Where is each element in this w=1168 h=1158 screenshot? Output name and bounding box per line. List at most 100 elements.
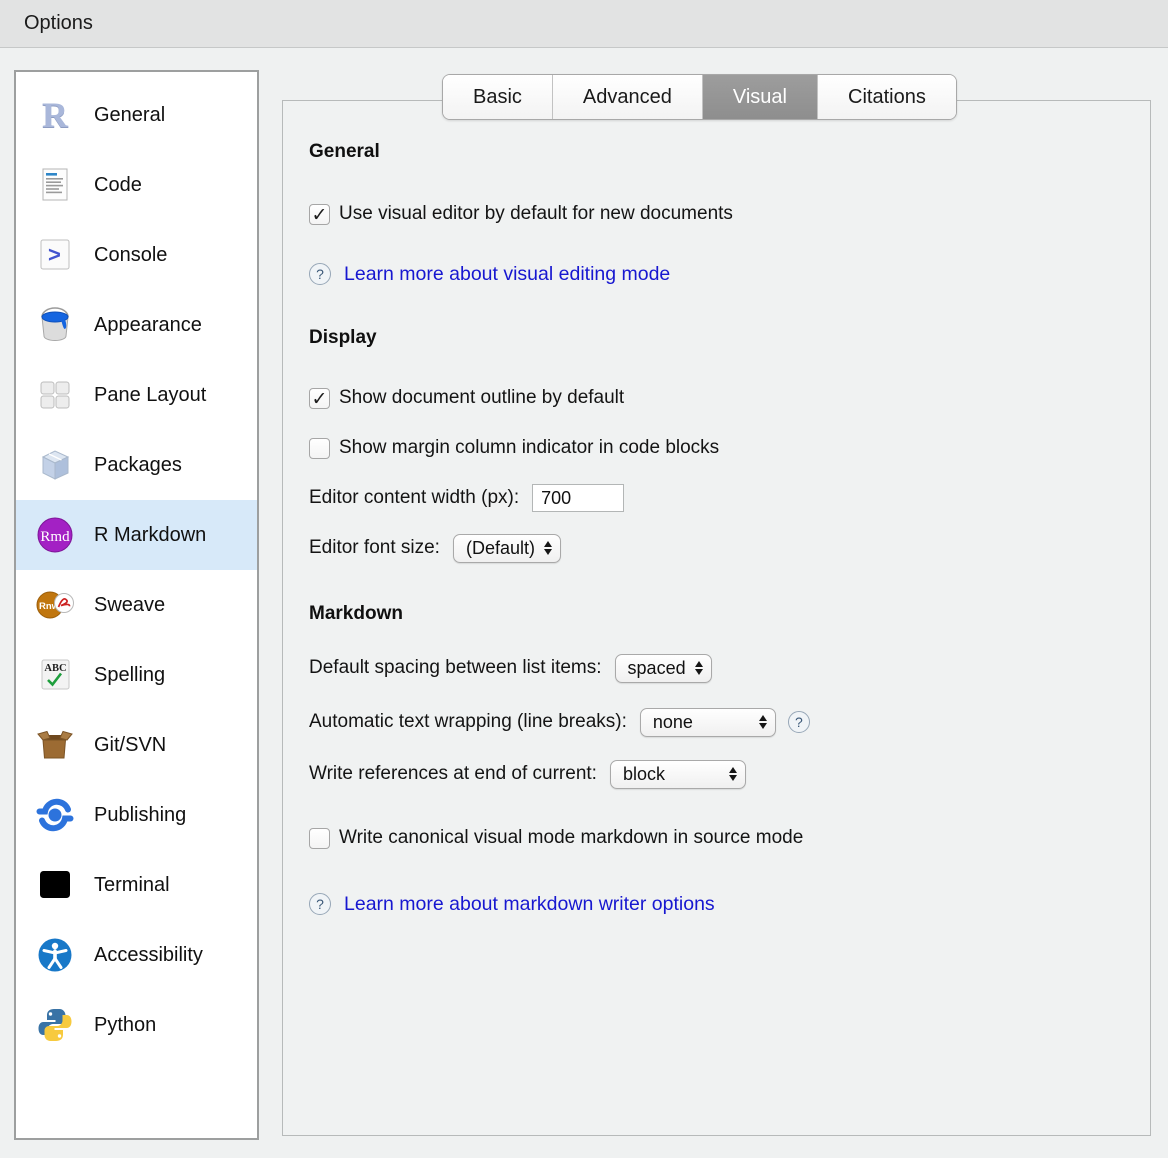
- sidebar-item-spelling[interactable]: ABC Spelling: [16, 640, 257, 710]
- text-wrapping-value: none: [653, 712, 693, 733]
- references-value: block: [623, 764, 665, 785]
- sweave-icon: Rnw: [36, 586, 74, 624]
- content-width-row: Editor content width (px):: [309, 483, 1130, 513]
- accessibility-icon: [36, 936, 74, 974]
- tab-label: Basic: [473, 86, 522, 109]
- tab-advanced[interactable]: Advanced: [552, 75, 702, 119]
- stepper-arrows-icon: [695, 661, 703, 676]
- help-icon[interactable]: ?: [309, 263, 331, 285]
- help-icon[interactable]: ?: [788, 711, 810, 733]
- options-content-panel: General ✓ Use visual editor by default f…: [282, 100, 1151, 1136]
- tab-visual[interactable]: Visual: [702, 75, 817, 119]
- use-visual-editor-label: Use visual editor by default for new doc…: [339, 203, 733, 225]
- text-wrapping-label: Automatic text wrapping (line breaks):: [309, 711, 627, 733]
- sidebar-item-code[interactable]: Code: [16, 150, 257, 220]
- learn-visual-editing-link[interactable]: Learn more about visual editing mode: [344, 263, 670, 286]
- references-label: Write references at end of current:: [309, 763, 597, 785]
- margin-indicator-row: Show margin column indicator in code blo…: [309, 433, 1130, 463]
- options-sidebar: R General Code > Console Appearance Pane…: [14, 70, 259, 1140]
- text-wrapping-select[interactable]: none: [640, 708, 776, 737]
- sidebar-item-console[interactable]: > Console: [16, 220, 257, 290]
- package-cube-icon: [36, 446, 74, 484]
- stepper-arrows-icon: [544, 541, 552, 556]
- outline-row: ✓ Show document outline by default: [309, 383, 1130, 413]
- svg-text:Rmd: Rmd: [40, 529, 70, 545]
- font-size-select[interactable]: (Default): [453, 534, 561, 563]
- sidebar-item-python[interactable]: Python: [16, 990, 257, 1060]
- section-heading-markdown: Markdown: [309, 603, 1130, 625]
- references-select[interactable]: block: [610, 760, 746, 789]
- sidebar-item-accessibility[interactable]: Accessibility: [16, 920, 257, 990]
- use-visual-editor-checkbox[interactable]: ✓: [309, 204, 330, 225]
- list-spacing-row: Default spacing between list items: spac…: [309, 653, 1130, 683]
- window-titlebar: Options: [0, 0, 1168, 48]
- sidebar-item-packages[interactable]: Packages: [16, 430, 257, 500]
- rmarkdown-icon: Rmd: [36, 516, 74, 554]
- sidebar-item-git-svn[interactable]: Git/SVN: [16, 710, 257, 780]
- list-spacing-value: spaced: [628, 658, 686, 679]
- svg-text:ABC: ABC: [44, 663, 66, 674]
- canonical-markdown-label: Write canonical visual mode markdown in …: [339, 827, 803, 849]
- panel-tab-bar: Basic Advanced Visual Citations: [442, 74, 957, 120]
- show-outline-checkbox[interactable]: ✓: [309, 388, 330, 409]
- sidebar-item-label: Code: [94, 174, 142, 197]
- sidebar-item-label: Accessibility: [94, 944, 203, 967]
- console-icon: >: [36, 236, 74, 274]
- help-icon[interactable]: ?: [309, 893, 331, 915]
- stepper-arrows-icon: [729, 767, 737, 782]
- sidebar-item-label: Python: [94, 1014, 156, 1037]
- sidebar-item-label: Packages: [94, 454, 182, 477]
- font-size-label: Editor font size:: [309, 537, 440, 559]
- content-width-label: Editor content width (px):: [309, 487, 519, 509]
- list-spacing-select[interactable]: spaced: [615, 654, 712, 683]
- sidebar-item-label: Git/SVN: [94, 734, 166, 757]
- show-margin-checkbox[interactable]: [309, 438, 330, 459]
- stepper-arrows-icon: [759, 715, 767, 730]
- sidebar-item-label: General: [94, 104, 165, 127]
- markdown-help-row: ? Learn more about markdown writer optio…: [309, 889, 1130, 919]
- sidebar-item-terminal[interactable]: Terminal: [16, 850, 257, 920]
- list-spacing-label: Default spacing between list items:: [309, 657, 602, 679]
- sidebar-item-label: Console: [94, 244, 167, 267]
- sidebar-item-label: Spelling: [94, 664, 165, 687]
- canonical-row: Write canonical visual mode markdown in …: [309, 823, 1130, 853]
- tab-label: Citations: [848, 86, 926, 109]
- paint-bucket-icon: [36, 306, 74, 344]
- show-outline-label: Show document outline by default: [339, 387, 624, 409]
- window-title: Options: [24, 12, 93, 35]
- text-wrapping-row: Automatic text wrapping (line breaks): n…: [309, 707, 1130, 737]
- sidebar-item-label: Appearance: [94, 314, 202, 337]
- learn-markdown-writer-link[interactable]: Learn more about markdown writer options: [344, 893, 715, 916]
- sidebar-item-appearance[interactable]: Appearance: [16, 290, 257, 360]
- font-size-value: (Default): [466, 538, 535, 559]
- code-document-icon: [36, 166, 74, 204]
- sidebar-item-r-markdown[interactable]: Rmd R Markdown: [16, 500, 257, 570]
- publishing-icon: [36, 796, 74, 834]
- sidebar-item-sweave[interactable]: Rnw Sweave: [16, 570, 257, 640]
- tab-label: Advanced: [583, 86, 672, 109]
- sidebar-item-publishing[interactable]: Publishing: [16, 780, 257, 850]
- sidebar-item-label: Publishing: [94, 804, 186, 827]
- python-icon: [36, 1006, 74, 1044]
- tab-basic[interactable]: Basic: [443, 75, 552, 119]
- tab-citations[interactable]: Citations: [817, 75, 956, 119]
- sidebar-item-label: R Markdown: [94, 524, 206, 547]
- sidebar-item-pane-layout[interactable]: Pane Layout: [16, 360, 257, 430]
- spelling-icon: ABC: [36, 656, 74, 694]
- terminal-icon: [36, 866, 74, 904]
- sidebar-item-label: Sweave: [94, 594, 165, 617]
- tab-label: Visual: [733, 86, 787, 109]
- visual-editing-help-row: ? Learn more about visual editing mode: [309, 259, 1130, 289]
- sidebar-item-general[interactable]: R General: [16, 80, 257, 150]
- git-svn-box-icon: [36, 726, 74, 764]
- content-width-input[interactable]: [532, 484, 624, 512]
- visual-editor-row: ✓ Use visual editor by default for new d…: [309, 199, 1130, 229]
- r-logo-icon: R: [36, 96, 74, 134]
- show-margin-label: Show margin column indicator in code blo…: [339, 437, 719, 459]
- section-heading-general: General: [309, 141, 1130, 163]
- svg-text:>: >: [48, 242, 61, 267]
- references-row: Write references at end of current: bloc…: [309, 759, 1130, 789]
- font-size-row: Editor font size: (Default): [309, 533, 1130, 563]
- canonical-markdown-checkbox[interactable]: [309, 828, 330, 849]
- sidebar-item-label: Pane Layout: [94, 384, 206, 407]
